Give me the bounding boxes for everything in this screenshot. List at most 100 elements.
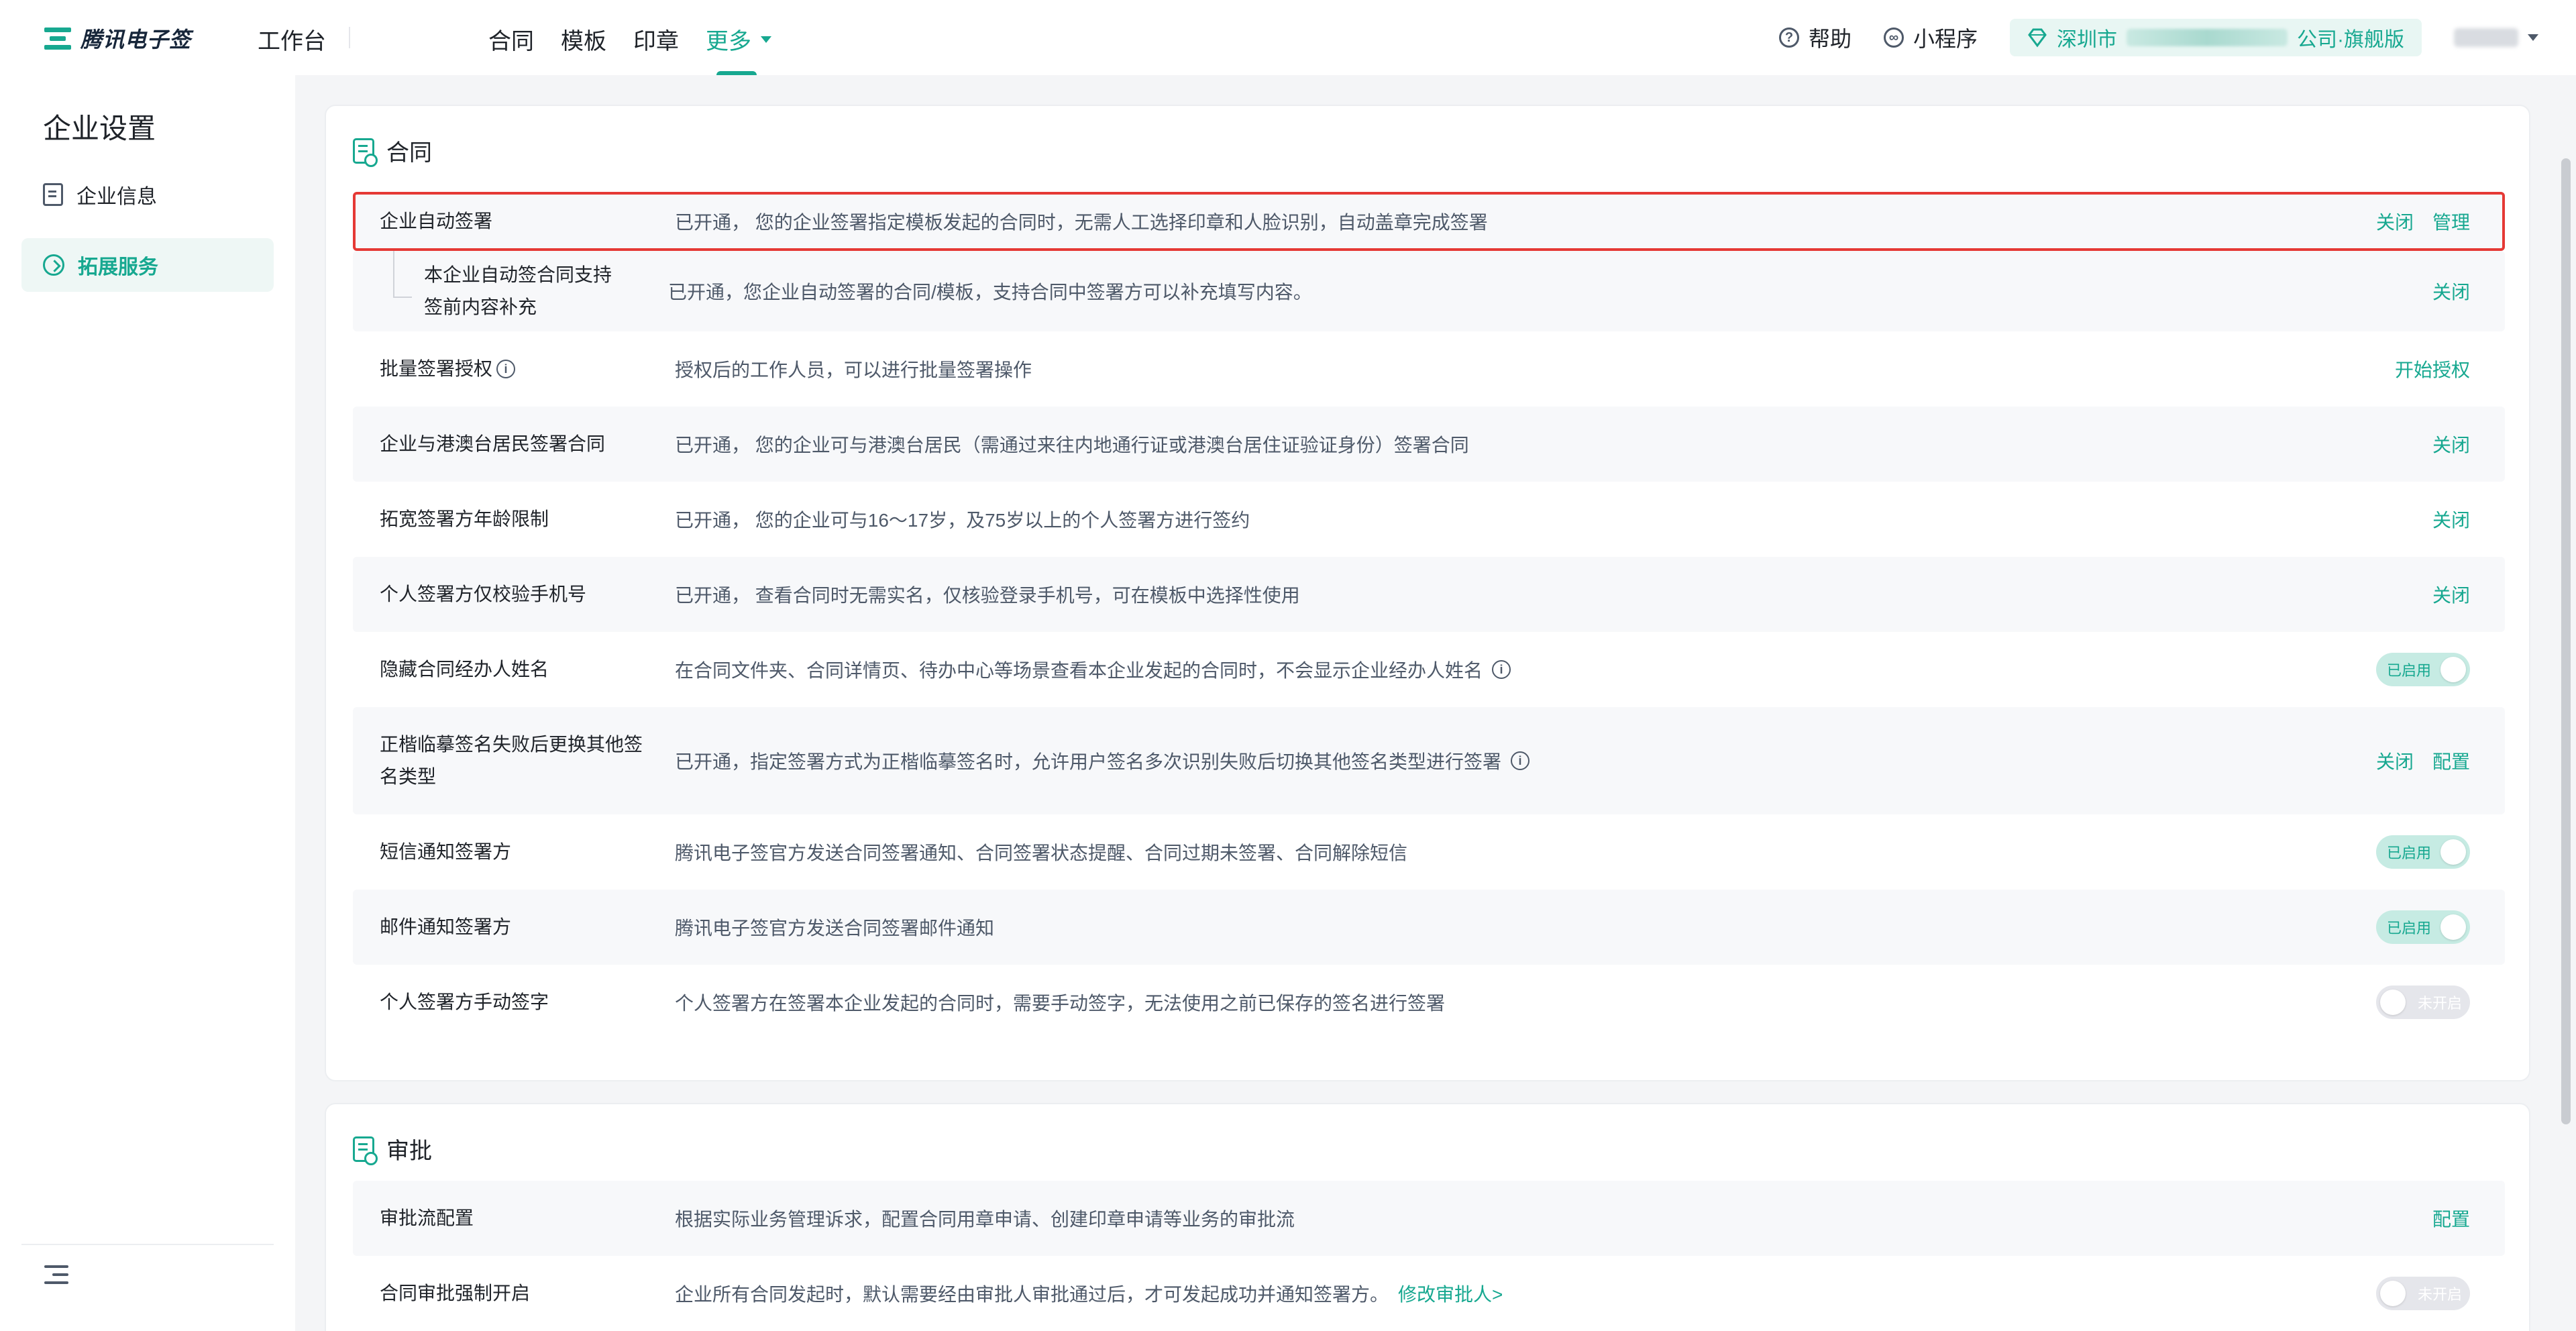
company-suffix: 公司·旗舰版 [2297, 29, 2404, 51]
section-title: 审批 [386, 1138, 432, 1164]
config-link[interactable]: 配置 [2432, 1205, 2470, 1232]
contract-icon [353, 138, 378, 167]
setting-desc: 根据实际业务管理诉求，配置合同用章申请、创建印章申请等业务的审批流 [675, 1209, 1295, 1230]
header-divider [349, 27, 350, 48]
setting-name: 本企业自动签合同支持签前内容补充 [424, 264, 612, 317]
services-icon [43, 254, 64, 276]
workbench-link[interactable]: 工作台 [258, 23, 326, 56]
setting-name: 企业与港澳台居民签署合同 [380, 433, 606, 454]
user-name-blurred [2454, 28, 2518, 47]
setting-desc: 已开通，指定签署方式为正楷临摹签名时，允许用户签名多次识别失败后切换其他签名类型… [675, 751, 1502, 772]
setting-name: 个人签署方手动签字 [380, 992, 549, 1012]
info-icon[interactable]: i [496, 360, 516, 378]
setting-desc: 个人签署方在签署本企业发起的合同时，需要手动签字，无法使用之前已保存的签名进行签… [675, 993, 1446, 1014]
sidebar-item-label: 企业信息 [76, 186, 157, 208]
setting-row-manual-sign: 个人签署方手动签字 个人签署方在签署本企业发起的合同时，需要手动签字，无法使用之… [353, 965, 2505, 1040]
close-link[interactable]: 关闭 [2432, 581, 2470, 608]
company-name-blurred [2127, 29, 2288, 46]
sidebar-divider [21, 1244, 274, 1245]
info-icon[interactable]: i [1511, 751, 1530, 770]
approval-settings-card: 审批 审批流配置 根据实际业务管理诉求，配置合同用章申请、创建印章申请等业务的审… [325, 1103, 2530, 1331]
nav-template[interactable]: 模板 [561, 23, 606, 56]
info-icon[interactable]: i [1492, 660, 1511, 679]
setting-name: 拓宽签署方年龄限制 [380, 509, 549, 529]
logo-icon [44, 25, 71, 52]
logo-text: 腾讯电子签 [80, 28, 192, 52]
toggle-label: 未开启 [2418, 1286, 2463, 1303]
help-label: 帮助 [1808, 27, 1851, 51]
chevron-down-icon [2528, 34, 2538, 41]
document-icon [43, 183, 63, 206]
toggle-label: 未开启 [2418, 995, 2463, 1012]
toggle-switch[interactable]: 已启用 [2376, 910, 2470, 944]
nav-more-label: 更多 [706, 29, 751, 54]
tree-connector [393, 251, 412, 298]
manage-link[interactable]: 管理 [2432, 208, 2470, 235]
toggle-switch[interactable]: 已启用 [2376, 835, 2470, 869]
close-link[interactable]: 关闭 [2432, 506, 2470, 533]
setting-row-email-notify: 邮件通知签署方 腾讯电子签官方发送合同签署邮件通知 已启用 [353, 890, 2505, 965]
sidebar-title: 企业设置 [43, 113, 156, 144]
miniprogram-button[interactable]: ∞ 小程序 [1883, 22, 1978, 53]
toggle-switch[interactable]: 已启用 [2376, 653, 2470, 686]
main-nav: 合同 模板 印章 更多 [488, 23, 771, 56]
collapse-sidebar-icon[interactable] [44, 1264, 68, 1285]
setting-desc-wrap: 企业所有合同发起时，默认需要经由审批人审批通过后，才可发起成功并通知签署方。 修… [675, 1280, 1503, 1307]
logo[interactable]: 腾讯电子签 [44, 23, 191, 54]
close-link[interactable]: 关闭 [2432, 431, 2470, 458]
setting-desc: 企业所有合同发起时，默认需要经由审批人审批通过后，才可发起成功并通知签署方。 [675, 1284, 1389, 1305]
sidebar: 企业设置 企业信息 拓展服务 [0, 75, 295, 1331]
close-link[interactable]: 关闭 [2376, 747, 2414, 774]
help-icon: ? [1778, 28, 1799, 48]
setting-row-signature-fallback: 正楷临摹签名失败后更换其他签名类型 已开通，指定签署方式为正楷临摹签名时，允许用… [353, 707, 2505, 814]
setting-row-age-limit: 拓宽签署方年龄限制 已开通， 您的企业可与16～17岁，及75岁以上的个人签署方… [353, 482, 2505, 557]
toggle-switch[interactable]: 未开启 [2376, 1277, 2470, 1310]
close-link[interactable]: 关闭 [2376, 208, 2414, 235]
config-link[interactable]: 配置 [2432, 747, 2470, 774]
setting-desc: 腾讯电子签官方发送合同签署通知、合同签署状态提醒、合同过期未签署、合同解除短信 [675, 843, 1408, 863]
setting-name: 个人签署方仅校验手机号 [380, 584, 587, 604]
company-prefix: 深圳市 [2057, 29, 2117, 51]
toggle-switch[interactable]: 未开启 [2376, 986, 2470, 1019]
setting-desc: 已开通， 您的企业可与港澳台居民（需通过来往内地通行证或港澳台居住证验证身份）签… [675, 435, 1469, 456]
approval-icon [353, 1136, 378, 1165]
setting-name: 邮件通知签署方 [380, 916, 512, 937]
toggle-label: 已启用 [2387, 845, 2432, 861]
nav-seal[interactable]: 印章 [633, 23, 679, 56]
setting-desc: 已开通， 您的企业可与16～17岁，及75岁以上的个人签署方进行签约 [675, 510, 1250, 531]
help-button[interactable]: ? 帮助 [1778, 22, 1851, 53]
setting-desc: 已开通，您企业自动签署的合同/模板，支持合同中签署方可以补充填写内容。 [668, 282, 1312, 303]
setting-name-wrap: 批量签署授权 i [380, 353, 648, 385]
setting-row-approval-flow: 审批流配置 根据实际业务管理诉求，配置合同用章申请、创建印章申请等业务的审批流 … [353, 1181, 2505, 1256]
toggle-label: 已启用 [2387, 920, 2432, 937]
setting-row-hk-macau-tw: 企业与港澳台居民签署合同 已开通， 您的企业可与港澳台居民（需通过来往内地通行证… [353, 407, 2505, 482]
contract-settings-list: 企业自动签署 已开通， 您的企业签署指定模板发起的合同时，无需人工选择印章和人脸… [353, 192, 2505, 1040]
company-switcher[interactable]: 深圳市 公司·旗舰版 [2010, 19, 2422, 56]
section-header: 合同 [353, 134, 432, 167]
setting-row-sms-notify: 短信通知签署方 腾讯电子签官方发送合同签署通知、合同签署状态提醒、合同过期未签署… [353, 814, 2505, 890]
setting-desc: 在合同文件夹、合同详情页、待办中心等场景查看本企业发起的合同时，不会显示企业经办… [675, 660, 1483, 681]
toggle-label: 已启用 [2387, 662, 2432, 679]
close-link[interactable]: 关闭 [2432, 278, 2470, 305]
setting-name: 隐藏合同经办人姓名 [380, 659, 549, 680]
sidebar-item-extended-services[interactable]: 拓展服务 [21, 238, 274, 292]
approval-settings-list: 审批流配置 根据实际业务管理诉求，配置合同用章申请、创建印章申请等业务的审批流 … [353, 1181, 2505, 1331]
setting-name: 审批流配置 [380, 1208, 474, 1228]
nav-contract[interactable]: 合同 [488, 23, 534, 56]
user-menu[interactable] [2454, 28, 2538, 47]
setting-desc: 腾讯电子签官方发送合同签署邮件通知 [675, 918, 995, 939]
setting-desc: 已开通， 您的企业签署指定模板发起的合同时，无需人工选择印章和人脸识别，自动盖章… [675, 212, 1488, 233]
setting-row-phone-only: 个人签署方仅校验手机号 已开通， 查看合同时无需实名，仅核验登录手机号，可在模板… [353, 557, 2505, 632]
start-authorize-link[interactable]: 开始授权 [2395, 356, 2470, 382]
setting-row-auto-sign-supplement: 本企业自动签合同支持签前内容补充 已开通，您企业自动签署的合同/模板，支持合同中… [353, 251, 2505, 331]
diamond-icon [2027, 28, 2047, 48]
chevron-down-icon [761, 36, 771, 43]
nav-more[interactable]: 更多 [706, 23, 771, 56]
main-scrollbar[interactable] [2561, 158, 2571, 1124]
setting-row-auto-sign: 企业自动签署 已开通， 您的企业签署指定模板发起的合同时，无需人工选择印章和人脸… [353, 192, 2505, 251]
modify-approver-link[interactable]: 修改审批人> [1398, 1280, 1503, 1307]
main-content: 合同 企业自动签署 已开通， 您的企业签署指定模板发起的合同时，无需人工选择印章… [295, 75, 2576, 1331]
setting-desc-wrap: 已开通，指定签署方式为正楷临摹签名时，允许用户签名多次识别失败后切换其他签名类型… [675, 747, 1530, 774]
setting-desc: 已开通， 查看合同时无需实名，仅核验登录手机号，可在模板中选择性使用 [675, 585, 1300, 606]
sidebar-item-company-info[interactable]: 企业信息 [21, 168, 274, 221]
